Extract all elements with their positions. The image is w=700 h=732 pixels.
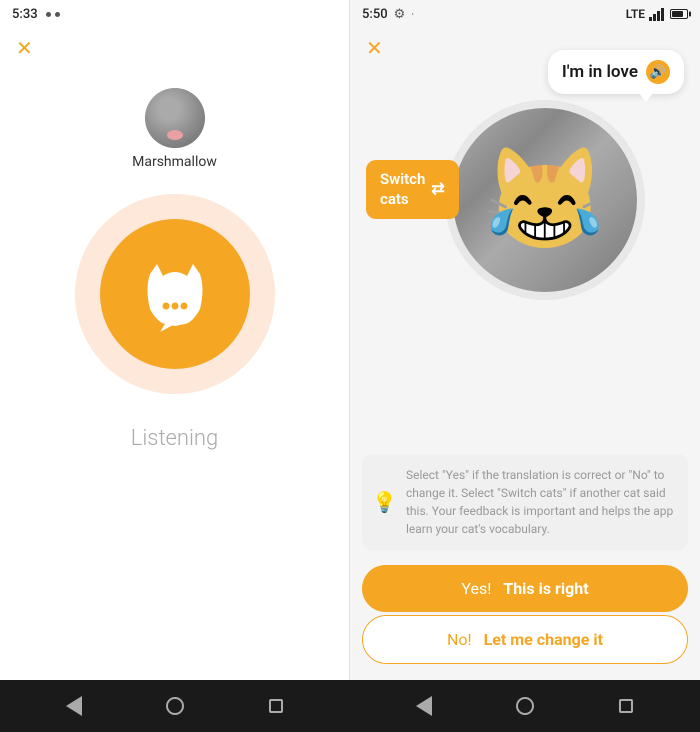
bar-2 — [653, 14, 656, 21]
status-right-left: 5:50 ⚙ · — [362, 7, 414, 22]
close-button-left[interactable]: ✕ — [16, 36, 33, 60]
bulb-icon: 💡 — [372, 487, 397, 517]
cat-section: Marshmallow Li — [0, 88, 349, 451]
dot-right: · — [411, 8, 414, 21]
bubble-text: I'm in love — [562, 62, 638, 82]
status-icons-left — [46, 12, 60, 17]
switch-cats-button[interactable]: Switch cats ⇄ — [366, 160, 459, 219]
nav-back-left[interactable] — [58, 690, 90, 722]
switch-icon: ⇄ — [431, 179, 444, 200]
bar-1 — [649, 17, 652, 21]
switch-cats-label: Switch cats — [380, 170, 425, 209]
status-dot-1 — [46, 12, 51, 17]
hint-text: Select "Yes" if the translation is corre… — [406, 468, 673, 536]
pulse-container[interactable] — [75, 194, 275, 394]
home-circle-right — [516, 697, 534, 715]
cat-photo-inner — [453, 108, 637, 292]
battery-icon — [670, 9, 688, 19]
home-circle-left — [166, 697, 184, 715]
no-normal-text: No! — [447, 630, 472, 649]
lte-label: LTE — [626, 7, 645, 21]
nav-back-right[interactable] — [408, 690, 440, 722]
left-screen: 5:33 ✕ Marshmallow — [0, 0, 350, 680]
status-bar-left: 5:33 — [0, 0, 349, 28]
listening-label: Listening — [131, 426, 219, 451]
status-right-icons: LTE — [626, 7, 688, 21]
cat-icon — [135, 254, 215, 334]
yes-button[interactable]: Yes! This is right — [362, 565, 688, 612]
signal-bars — [649, 8, 664, 21]
nav-square-right[interactable] — [610, 690, 642, 722]
bar-3 — [657, 11, 660, 21]
nav-right — [350, 690, 700, 722]
nav-left — [0, 690, 350, 722]
yes-normal-text: Yes! — [461, 579, 491, 598]
square-icon-right — [619, 699, 633, 713]
speaker-symbol: 🔊 — [650, 65, 666, 80]
nav-square-left[interactable] — [260, 690, 292, 722]
cat-avatar-image — [145, 88, 205, 148]
no-button[interactable]: No! Let me change it — [362, 615, 688, 664]
pulse-inner-ring — [100, 219, 250, 369]
time-left: 5:33 — [12, 7, 38, 22]
close-button-right[interactable]: ✕ — [366, 36, 383, 60]
cat-photo-outer — [445, 100, 645, 300]
status-bar-right: 5:50 ⚙ · LTE — [350, 0, 700, 28]
square-icon-left — [269, 699, 283, 713]
speech-bubble: I'm in love 🔊 — [548, 50, 684, 94]
bar-4 — [661, 8, 664, 21]
cat-name: Marshmallow — [132, 154, 217, 170]
back-arrow-left — [66, 696, 82, 716]
back-arrow-right — [416, 696, 432, 716]
hint-box: 💡 Select "Yes" if the translation is cor… — [362, 454, 688, 550]
yes-bold-text: This is right — [503, 579, 588, 598]
cat-avatar — [145, 88, 205, 148]
nav-home-right[interactable] — [509, 690, 541, 722]
gear-icon: ⚙ — [394, 7, 406, 22]
battery-fill — [672, 11, 683, 17]
nav-home-left[interactable] — [159, 690, 191, 722]
speaker-icon[interactable]: 🔊 — [646, 60, 670, 84]
no-bold-text: Let me change it — [484, 630, 603, 649]
status-dot-2 — [55, 12, 60, 17]
bottom-nav — [0, 680, 700, 732]
right-screen: 5:50 ⚙ · LTE ✕ I'm in love — [350, 0, 700, 680]
time-right: 5:50 — [362, 7, 388, 22]
